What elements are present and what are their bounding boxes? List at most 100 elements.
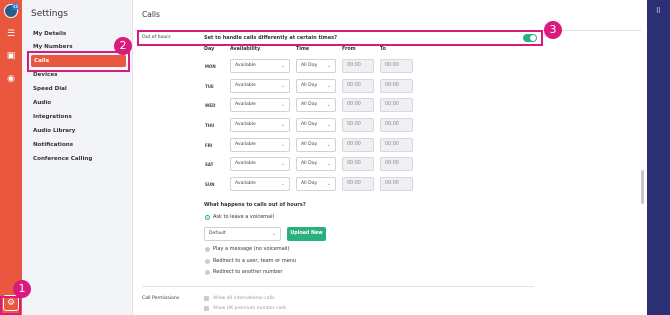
- page-title: Calls: [142, 10, 160, 19]
- availability-select[interactable]: Available ⌄: [230, 59, 290, 73]
- chevron-down-icon: ⌄: [326, 63, 331, 69]
- chevron-down-icon: ⌄: [280, 83, 285, 89]
- time-select[interactable]: All Day ⌄: [296, 157, 336, 171]
- day-label: MON: [205, 64, 216, 69]
- from-time-field[interactable]: 00:00: [342, 98, 374, 112]
- chevron-down-icon: ⌄: [280, 63, 285, 69]
- to-time-field[interactable]: 00:00: [380, 177, 413, 191]
- from-time-field[interactable]: 00:00: [342, 118, 374, 132]
- sidebar-item-audio-library[interactable]: Audio Library: [22, 125, 133, 137]
- radio-voicemail-label: Ask to leave a voicemail: [213, 214, 274, 220]
- availability-select[interactable]: Available ⌄: [230, 79, 290, 93]
- highlight-calls: [27, 51, 130, 72]
- checkbox-premium-label: Allow UK premium number calls: [213, 306, 287, 311]
- after-hours-question: What happens to calls out of hours?: [204, 202, 306, 208]
- time-select[interactable]: All Day ⌄: [296, 98, 336, 112]
- time-value: All Day: [301, 161, 318, 166]
- step-marker-2: 2: [114, 37, 132, 55]
- availability-select[interactable]: Available ⌄: [230, 138, 290, 152]
- sidebar-item-notifications[interactable]: Notifications: [22, 139, 133, 151]
- chevron-down-icon: ⌄: [280, 122, 285, 128]
- availability-value: Available: [235, 102, 256, 107]
- chevron-down-icon: ⌄: [326, 181, 331, 187]
- time-select[interactable]: All Day ⌄: [296, 118, 336, 132]
- radio-play-message[interactable]: [205, 247, 210, 252]
- from-time-field[interactable]: 00:00: [342, 59, 374, 73]
- time-value: All Day: [301, 181, 318, 186]
- col-header-availability: Availability: [230, 47, 261, 52]
- checkbox-international-label: Allow all international calls: [213, 296, 275, 301]
- chevron-down-icon: ⌄: [280, 161, 285, 167]
- time-value: All Day: [301, 63, 318, 68]
- availability-value: Available: [235, 142, 256, 147]
- list-icon[interactable]: ☰: [5, 28, 17, 40]
- day-label: SAT: [205, 162, 214, 167]
- to-time-field[interactable]: 00:00: [380, 59, 413, 73]
- voicemail-greeting-value: Default: [209, 231, 226, 236]
- availability-value: Available: [235, 83, 256, 88]
- radio-redirect-number[interactable]: [205, 270, 210, 275]
- step-marker-3: 3: [544, 21, 562, 39]
- day-label: WED: [205, 103, 216, 108]
- contacts-icon[interactable]: ▣: [5, 50, 17, 62]
- time-value: All Day: [301, 102, 318, 107]
- availability-select[interactable]: Available ⌄: [230, 177, 290, 191]
- sidebar-item-audio[interactable]: Audio: [22, 97, 133, 109]
- sidebar-title: Settings: [31, 9, 68, 19]
- availability-value: Available: [235, 181, 256, 186]
- to-time-field[interactable]: 00:00: [380, 157, 413, 171]
- availability-select[interactable]: Available ⌄: [230, 98, 290, 112]
- availability-value: Available: [235, 63, 256, 68]
- time-value: All Day: [301, 142, 318, 147]
- day-label: SUN: [205, 182, 215, 187]
- time-select[interactable]: All Day ⌄: [296, 79, 336, 93]
- to-time-field[interactable]: 00:00: [380, 98, 413, 112]
- radio-redirect-number-label: Redirect to another number: [213, 269, 283, 275]
- scrollbar[interactable]: [641, 170, 644, 204]
- checkbox-premium[interactable]: [204, 306, 209, 311]
- chevron-down-icon: ⌄: [326, 122, 331, 128]
- radio-play-message-label: Play a message (no voicemail): [213, 246, 290, 252]
- to-time-field[interactable]: 00:00: [380, 118, 413, 132]
- chevron-down-icon: ⌄: [326, 142, 331, 148]
- time-select[interactable]: All Day ⌄: [296, 177, 336, 191]
- availability-select[interactable]: Available ⌄: [230, 118, 290, 132]
- day-label: THU: [205, 123, 215, 128]
- from-time-field[interactable]: 00:00: [342, 138, 374, 152]
- to-time-field[interactable]: 00:00: [380, 79, 413, 93]
- col-header-day: Day: [204, 47, 215, 52]
- step-marker-1: 1: [13, 280, 31, 298]
- chevron-down-icon: ⌄: [326, 83, 331, 89]
- dialpad-icon[interactable]: ⠿: [654, 7, 663, 16]
- section-divider: [142, 286, 534, 287]
- to-time-field[interactable]: 00:00: [380, 138, 413, 152]
- from-time-field[interactable]: 00:00: [342, 177, 374, 191]
- time-select[interactable]: All Day ⌄: [296, 138, 336, 152]
- radio-voicemail[interactable]: [205, 215, 210, 220]
- upload-new-button[interactable]: Upload New: [287, 227, 326, 241]
- highlight-settings: [0, 296, 21, 315]
- notification-badge: 48: [12, 3, 19, 10]
- app: 48 ☰ ▣ ◉ ⚙ Settings My Details My Number…: [0, 0, 670, 315]
- sidebar-item-conference-calling[interactable]: Conference Calling: [22, 153, 133, 165]
- from-time-field[interactable]: 00:00: [342, 79, 374, 93]
- main-panel: Calls Out of hours Set to handle calls d…: [134, 0, 641, 315]
- availability-value: Available: [235, 122, 256, 127]
- checkbox-international[interactable]: [204, 296, 209, 301]
- highlight-out-of-hours: [137, 30, 543, 46]
- voicemail-greeting-select[interactable]: Default ⌄: [204, 227, 281, 241]
- day-label: FRI: [205, 143, 213, 148]
- right-strip: ⠿: [647, 0, 670, 315]
- chevron-down-icon: ⌄: [326, 102, 331, 108]
- availability-select[interactable]: Available ⌄: [230, 157, 290, 171]
- sidebar-item-integrations[interactable]: Integrations: [22, 111, 133, 123]
- radio-redirect-user-label: Redirect to a user, team or menu: [213, 258, 297, 264]
- radio-redirect-user[interactable]: [205, 259, 210, 264]
- from-time-field[interactable]: 00:00: [342, 157, 374, 171]
- chevron-down-icon: ⌄: [280, 102, 285, 108]
- chevron-down-icon: ⌄: [280, 142, 285, 148]
- sidebar-item-speed-dial[interactable]: Speed Dial: [22, 83, 133, 95]
- col-header-time: Time: [296, 47, 310, 52]
- time-select[interactable]: All Day ⌄: [296, 59, 336, 73]
- chat-icon[interactable]: ◉: [5, 73, 17, 85]
